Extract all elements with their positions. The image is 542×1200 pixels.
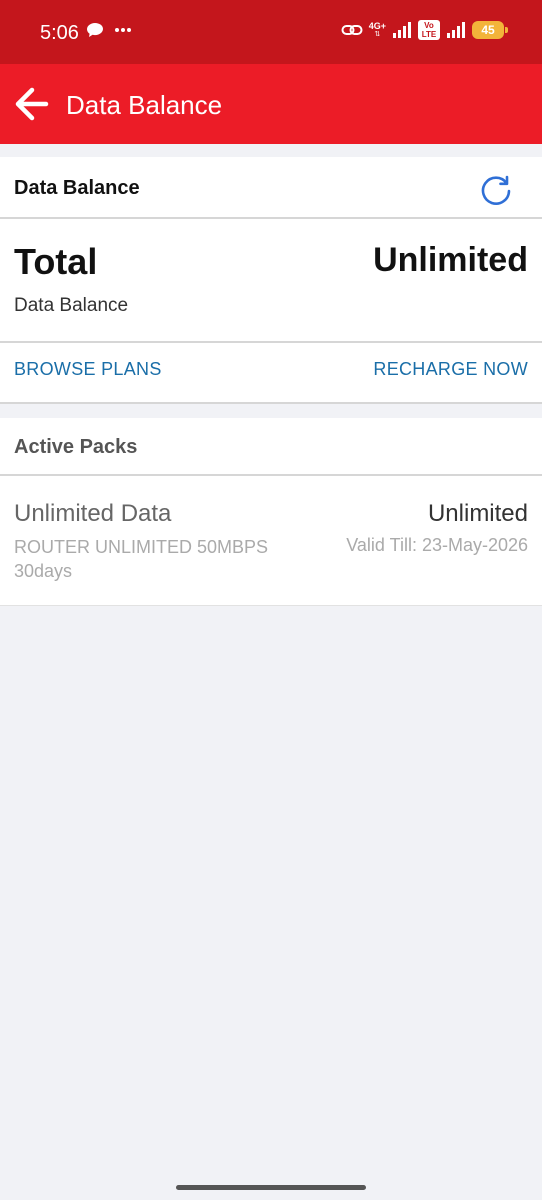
data-balance-card: Data Balance Total Unlimited Data Balanc… <box>0 157 542 404</box>
active-packs-card: Active Packs Unlimited Data Unlimited RO… <box>0 418 542 606</box>
balance-card-header: Data Balance <box>0 157 542 219</box>
total-subtitle: Data Balance <box>14 295 129 316</box>
app-bar: Data Balance <box>0 64 542 144</box>
pack-validity: Valid Till: 23-May-2026 <box>346 535 528 555</box>
pack-name: Unlimited Data <box>14 500 172 527</box>
pack-balance: Unlimited <box>427 500 528 527</box>
browse-plans-button[interactable]: BROWSE PLANS <box>14 359 162 380</box>
status-indicators: 4G+ ⇅ Vo LTE 45 <box>341 20 508 40</box>
balance-divider <box>0 341 542 343</box>
refresh-icon[interactable] <box>478 171 514 207</box>
home-indicator[interactable] <box>176 1185 366 1190</box>
status-bar: 5:06 4G+ ⇅ Vo LTE 45 <box>0 0 542 64</box>
hotspot-link-icon <box>341 25 363 35</box>
battery-icon: 45 <box>472 21 508 39</box>
signal-icon <box>393 22 411 38</box>
more-dots-icon <box>115 28 131 32</box>
status-time: 5:06 <box>40 22 79 44</box>
back-arrow-icon[interactable] <box>14 86 50 122</box>
total-label: Total <box>14 241 98 282</box>
total-value: Unlimited <box>373 241 528 279</box>
network-type: 4G+ ⇅ <box>368 21 386 39</box>
battery-level: 45 <box>481 23 495 37</box>
chat-bubble-icon <box>87 23 103 37</box>
active-packs-title: Active Packs <box>14 436 138 458</box>
signal-icon-2 <box>447 22 465 38</box>
pack-description: ROUTER UNLIMITED 50MBPS 30days <box>14 537 269 581</box>
balance-section-title: Data Balance <box>14 177 140 199</box>
recharge-now-button[interactable]: RECHARGE NOW <box>373 359 528 380</box>
page-title: Data Balance <box>66 90 223 120</box>
balance-bottom-divider <box>0 402 542 404</box>
active-packs-header: Active Packs <box>0 418 542 476</box>
status-notifications <box>86 22 132 38</box>
network-label: 4G+ <box>368 21 386 31</box>
volte-badge: Vo LTE <box>418 20 440 40</box>
